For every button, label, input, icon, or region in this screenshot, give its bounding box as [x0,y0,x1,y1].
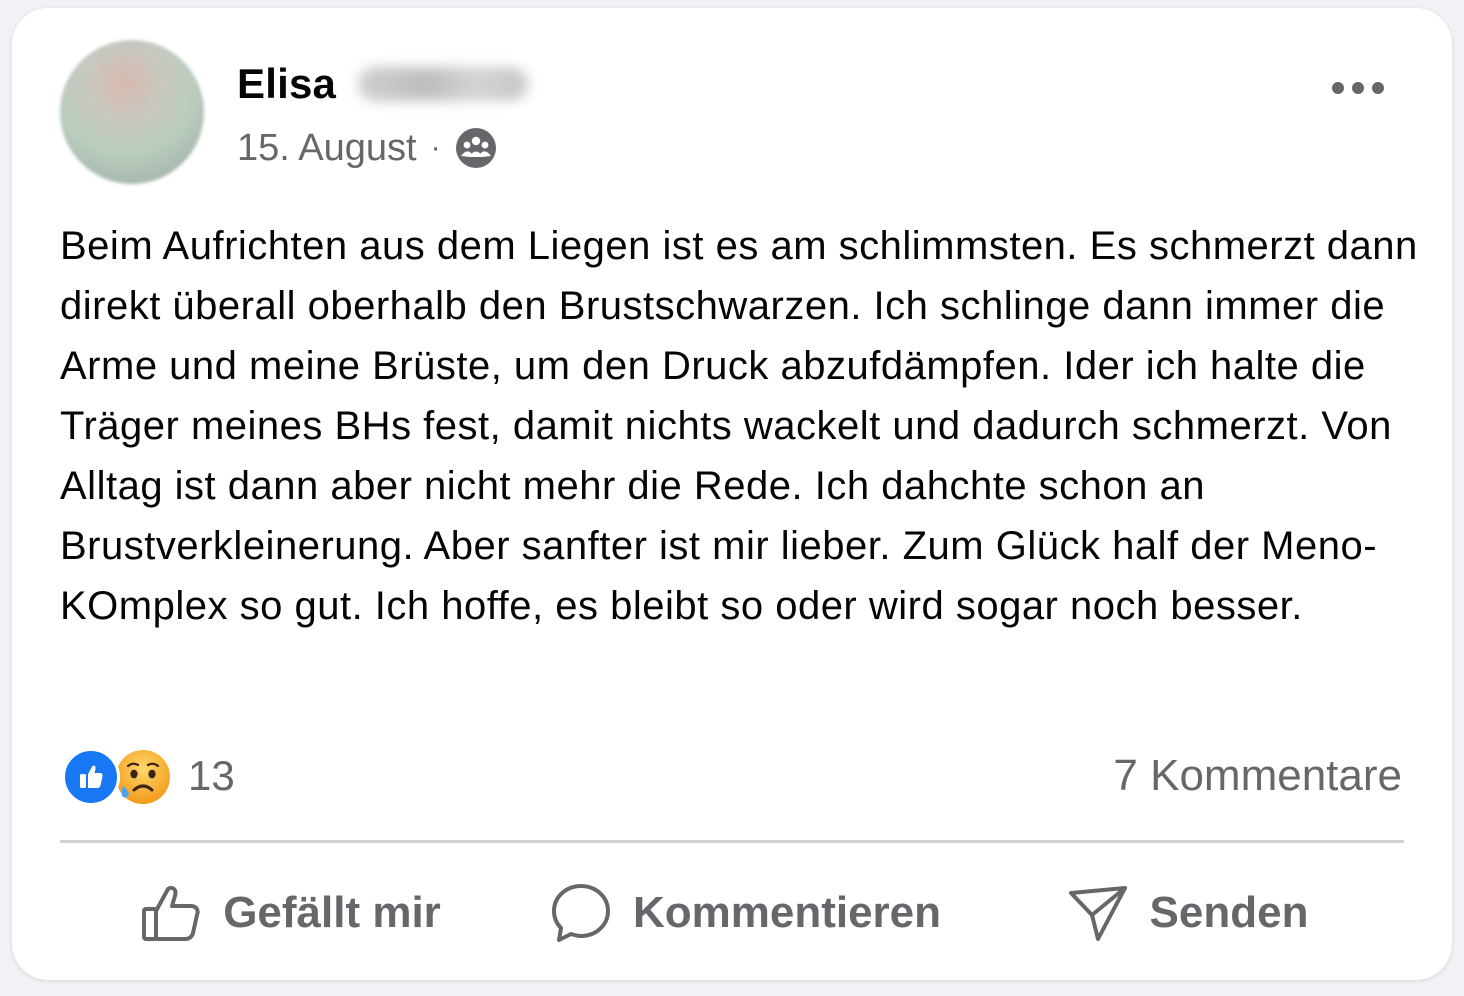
redacted-last-name [358,67,529,101]
reactions-summary[interactable]: 13 [62,746,235,806]
group-icon [455,127,497,169]
author-name-row: Elisa [237,56,529,112]
comment-bubble-icon [551,884,610,942]
reaction-icons [62,746,176,806]
thumbs-up-icon [142,885,200,941]
post-card: Elisa 15. August · Beim Aufrichten aus d… [12,8,1452,980]
post-text: Beim Aufrichten aus dem Liegen ist es am… [60,224,1418,628]
reaction-count: 13 [188,752,235,799]
more-options-button[interactable] [1318,66,1398,110]
more-options-icon [1332,82,1384,94]
like-label: Gefällt mir [223,888,441,937]
author-name[interactable]: Elisa [237,60,336,108]
send-label: Senden [1149,888,1309,937]
avatar[interactable] [60,40,204,184]
sad-icon [116,750,170,804]
meta-separator: · [430,131,441,164]
send-icon [1068,886,1127,941]
like-icon [62,748,120,806]
comment-button[interactable]: Kommentieren [520,858,970,968]
post-meta: 15. August · [237,120,497,176]
send-button[interactable]: Senden [970,858,1404,968]
post-date[interactable]: 15. August [237,127,417,170]
divider [60,840,1404,843]
comment-label: Kommentieren [632,888,942,937]
comments-count-link[interactable]: 7 Kommentare [1113,746,1402,806]
action-bar: Gefällt mir Kommentieren Senden [60,858,1404,968]
like-button[interactable]: Gefällt mir [60,858,520,968]
